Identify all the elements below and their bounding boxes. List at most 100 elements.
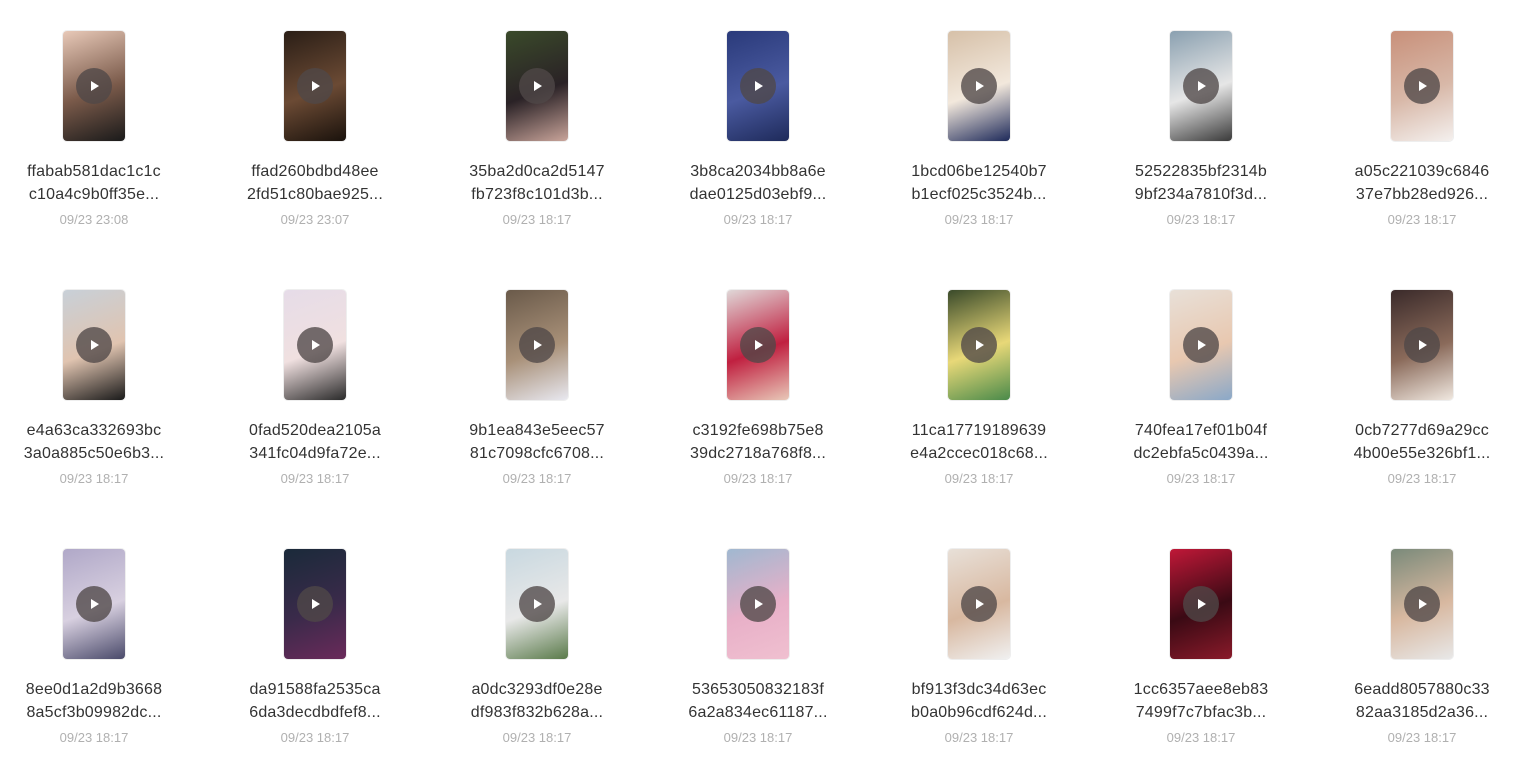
play-icon[interactable] [961,586,997,622]
video-thumbnail[interactable] [284,290,346,400]
video-filename: 8ee0d1a2d9b3668 8a5cf3b09982dc... [19,678,169,724]
play-icon[interactable] [1183,68,1219,104]
video-date: 09/23 18:17 [280,471,350,486]
video-thumbnail[interactable] [1391,549,1453,659]
video-date: 09/23 23:07 [280,212,350,227]
play-icon[interactable] [519,327,555,363]
video-item[interactable]: 11ca17719189639 e4a2ccec018c68... 09/23 18… [879,290,1079,530]
video-item[interactable]: bf913f3dc34d63ec b0a0b96cdf624d... 09/23 1… [879,549,1079,776]
video-thumbnail[interactable] [948,31,1010,141]
play-icon[interactable] [740,327,776,363]
play-icon[interactable] [961,327,997,363]
play-icon[interactable] [297,68,333,104]
filename-line-1: 52522835bf2314b [1134,163,1268,180]
video-item[interactable]: 0fad520dea2105a 341fc04d9fa72e... 09/23 18… [215,290,415,530]
filename-line-1: a05c221039c6846 [1354,163,1490,180]
video-item[interactable]: 35ba2d0ca2d5147 fb723f8c101d3b... 09/23 18… [437,31,637,271]
video-item[interactable]: a0dc3293df0e28e df983f832b628a... 09/23 18… [437,549,637,776]
video-filename: 1cc6357aee8eb83 7499f7c7bfac3b... [1126,678,1276,724]
video-grid: ffabab581dac1c1c c10a4c9b0ff35e... 09/23 2… [0,0,1524,776]
video-date: 09/23 18:17 [280,730,350,745]
play-icon[interactable] [76,327,112,363]
video-item[interactable]: da91588fa2535ca 6da3decdbdfef8... 09/23 18… [215,549,415,776]
video-item[interactable]: 1cc6357aee8eb83 7499f7c7bfac3b... 09/23 18… [1101,549,1301,776]
video-item[interactable]: 3b8ca2034bb8a6e dae0125d03ebf9... 09/23 18… [658,31,858,271]
video-thumbnail[interactable] [727,290,789,400]
video-thumbnail[interactable] [1391,31,1453,141]
video-item[interactable]: a05c221039c6846 37e7bb28ed926... 09/23 18:… [1322,31,1522,271]
video-thumbnail[interactable] [727,31,789,141]
video-date: 09/23 18:17 [723,471,793,486]
play-icon[interactable] [740,586,776,622]
filename-line-1: 3b8ca2034bb8a6e [690,163,826,180]
play-icon[interactable] [297,327,333,363]
video-item[interactable]: 52522835bf2314b 9bf234a7810f3d... 09/23 18… [1101,31,1301,271]
video-thumbnail[interactable] [506,31,568,141]
play-icon[interactable] [519,68,555,104]
video-thumbnail[interactable] [1170,31,1232,141]
filename-line-2: e4a2ccec018c68... [910,445,1048,462]
video-item[interactable]: 740fea17ef01b04f dc2ebfa5c0439a... 09/23 1… [1101,290,1301,530]
video-date: 09/23 18:17 [723,730,793,745]
video-filename: a0dc3293df0e28e df983f832b628a... [462,678,612,724]
video-date: 09/23 18:17 [944,730,1014,745]
video-thumbnail[interactable] [1170,290,1232,400]
video-thumbnail[interactable] [948,290,1010,400]
video-date: 09/23 18:17 [1166,212,1236,227]
video-item[interactable]: 9b1ea843e5eec57 81c7098cfc6708... 09/23 18… [437,290,637,530]
video-thumbnail[interactable] [506,549,568,659]
filename-line-2: 9bf234a7810f3d... [1134,186,1268,203]
play-icon[interactable] [76,586,112,622]
video-thumbnail[interactable] [1391,290,1453,400]
video-filename: e4a63ca332693bc 3a0a885c50e6b3... [19,419,169,465]
filename-line-1: e4a63ca332693bc [26,422,162,439]
video-thumbnail[interactable] [1170,549,1232,659]
video-item[interactable]: ffabab581dac1c1c c10a4c9b0ff35e... 09/23 2… [0,31,194,271]
filename-line-1: da91588fa2535ca [249,681,381,698]
play-icon[interactable] [76,68,112,104]
video-item[interactable]: 8ee0d1a2d9b3668 8a5cf3b09982dc... 09/23 18… [0,549,194,776]
video-filename: 52522835bf2314b 9bf234a7810f3d... [1126,160,1276,206]
filename-line-1: 9b1ea843e5eec57 [469,422,605,439]
video-thumbnail[interactable] [948,549,1010,659]
video-filename: c3192fe698b75e8 39dc2718a768f8... [683,419,833,465]
video-date: 09/23 18:17 [944,471,1014,486]
video-thumbnail[interactable] [63,290,125,400]
video-thumbnail[interactable] [506,290,568,400]
video-item[interactable]: 53653050832183f 6a2a834ec61187... 09/23 18… [658,549,858,776]
video-thumbnail[interactable] [63,31,125,141]
video-item[interactable]: ffad260bdbd48ee 2fd51c80bae925... 09/23 23… [215,31,415,271]
play-icon[interactable] [1404,68,1440,104]
video-date: 09/23 18:17 [502,471,572,486]
filename-line-1: 8ee0d1a2d9b3668 [25,681,163,698]
video-date: 09/23 18:17 [502,730,572,745]
video-thumbnail[interactable] [63,549,125,659]
video-item[interactable]: 1bcd06be12540b7 b1ecf025c3524b... 09/23 18… [879,31,1079,271]
video-item[interactable]: c3192fe698b75e8 39dc2718a768f8... 09/23 18… [658,290,858,530]
video-filename: 740fea17ef01b04f dc2ebfa5c0439a... [1126,419,1276,465]
filename-line-2: 2fd51c80bae925... [247,186,383,203]
play-icon[interactable] [1183,327,1219,363]
play-icon[interactable] [1404,586,1440,622]
filename-line-1: 0cb7277d69a29cc [1355,422,1489,439]
video-date: 09/23 18:17 [59,471,129,486]
video-date: 09/23 18:17 [1387,730,1457,745]
play-icon[interactable] [1404,327,1440,363]
video-item[interactable]: e4a63ca332693bc 3a0a885c50e6b3... 09/23 18… [0,290,194,530]
video-thumbnail[interactable] [284,549,346,659]
video-filename: ffabab581dac1c1c c10a4c9b0ff35e... [19,160,169,206]
filename-line-2: dae0125d03ebf9... [689,186,827,203]
video-item[interactable]: 6eadd8057880c33 82aa3185d2a36... 09/23 18:… [1322,549,1522,776]
filename-line-1: a0dc3293df0e28e [471,681,603,698]
play-icon[interactable] [740,68,776,104]
play-icon[interactable] [519,586,555,622]
video-date: 09/23 18:17 [502,212,572,227]
video-item[interactable]: 0cb7277d69a29cc 4b00e55e326bf1... 09/23 18… [1322,290,1522,530]
play-icon[interactable] [297,586,333,622]
video-thumbnail[interactable] [284,31,346,141]
play-icon[interactable] [1183,586,1219,622]
video-thumbnail[interactable] [727,549,789,659]
video-filename: 9b1ea843e5eec57 81c7098cfc6708... [462,419,612,465]
play-icon[interactable] [961,68,997,104]
filename-line-2: 341fc04d9fa72e... [249,445,381,462]
